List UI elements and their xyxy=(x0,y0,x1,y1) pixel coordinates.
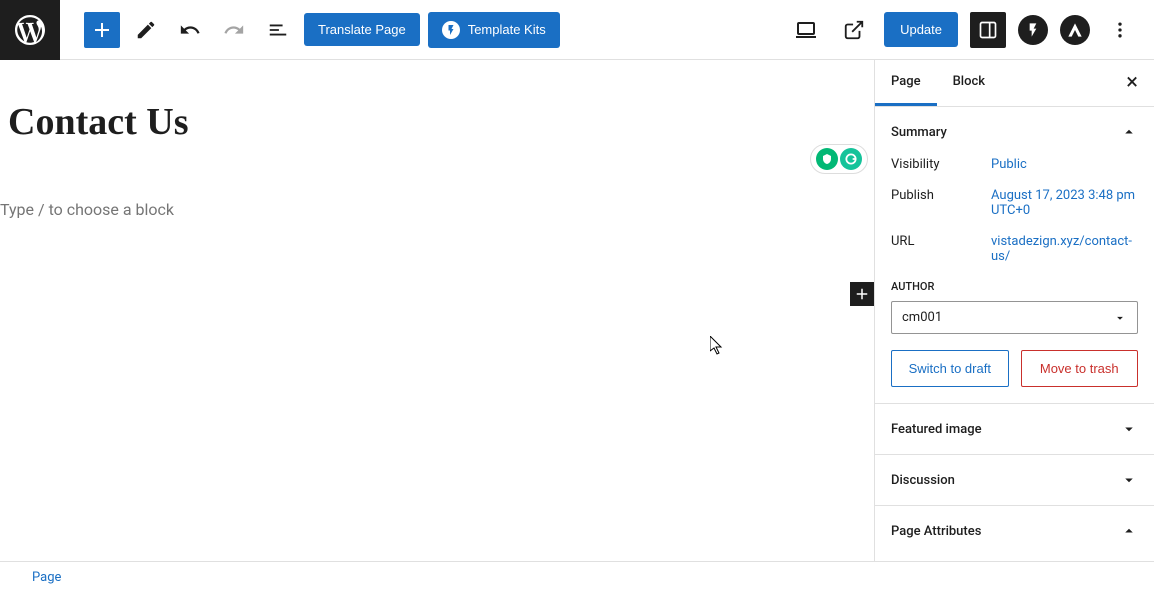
panel-page-attributes-header[interactable]: Page Attributes xyxy=(875,506,1154,544)
add-block-button[interactable] xyxy=(84,12,120,48)
template-kits-button[interactable]: Template Kits xyxy=(428,12,560,48)
visibility-value[interactable]: Public xyxy=(991,157,1138,172)
chevron-down-icon xyxy=(1120,420,1138,438)
url-label: URL xyxy=(891,234,991,264)
panel-summary-header[interactable]: Summary xyxy=(875,107,1154,157)
wordpress-icon xyxy=(12,12,48,48)
panel-page-attributes: Page Attributes xyxy=(875,506,1154,544)
tab-page[interactable]: Page xyxy=(875,60,937,106)
switch-to-draft-button[interactable]: Switch to draft xyxy=(891,350,1009,387)
panel-discussion: Discussion xyxy=(875,455,1154,506)
chevron-up-icon xyxy=(1120,123,1138,141)
tab-block[interactable]: Block xyxy=(937,60,1001,106)
inline-add-block-button[interactable] xyxy=(850,282,874,306)
astra-icon xyxy=(1067,22,1083,38)
grammarly-icon[interactable] xyxy=(840,148,862,170)
publish-label: Publish xyxy=(891,188,991,218)
redo-button[interactable] xyxy=(216,12,252,48)
laptop-icon xyxy=(794,18,818,42)
chevron-down-icon xyxy=(1120,471,1138,489)
panel-discussion-header[interactable]: Discussion xyxy=(875,455,1154,505)
template-kits-label: Template Kits xyxy=(468,22,546,37)
close-sidebar-button[interactable]: × xyxy=(1126,70,1138,95)
chevron-down-icon xyxy=(1113,311,1127,325)
featured-image-title: Featured image xyxy=(891,422,982,437)
more-vertical-icon xyxy=(1110,20,1130,40)
settings-sidebar: Page Block × Summary Visibility Public P… xyxy=(874,60,1154,561)
external-link-icon xyxy=(843,19,865,41)
tools-button[interactable] xyxy=(128,12,164,48)
discussion-title: Discussion xyxy=(891,473,955,488)
page-title[interactable]: Contact Us xyxy=(8,100,874,144)
astra-button[interactable] xyxy=(1060,15,1090,45)
preview-button[interactable] xyxy=(836,12,872,48)
undo-icon xyxy=(179,19,201,41)
translate-label: Translate Page xyxy=(318,22,406,37)
translate-page-button[interactable]: Translate Page xyxy=(304,13,420,46)
page-attributes-title: Page Attributes xyxy=(891,524,981,539)
wordpress-logo[interactable] xyxy=(0,0,60,60)
mouse-cursor-icon xyxy=(710,336,726,356)
publish-value[interactable]: August 17, 2023 3:48 pm UTC+0 xyxy=(991,188,1138,218)
sidebar-tabs: Page Block × xyxy=(875,60,1154,107)
settings-panel-toggle[interactable] xyxy=(970,12,1006,48)
chevron-up-icon xyxy=(1120,522,1138,540)
view-button[interactable] xyxy=(788,12,824,48)
details-button[interactable] xyxy=(260,12,296,48)
visibility-label: Visibility xyxy=(891,157,991,172)
editor-canvas: Contact Us Type / to choose a block xyxy=(0,60,874,561)
update-label: Update xyxy=(900,22,942,37)
footer-bar: Page xyxy=(0,561,1154,593)
list-icon xyxy=(267,19,289,41)
update-button[interactable]: Update xyxy=(884,12,958,47)
url-value[interactable]: vistadezign.xyz/contact-us/ xyxy=(991,234,1138,264)
bolt-icon xyxy=(1025,22,1041,38)
author-value: cm001 xyxy=(902,310,942,325)
options-button[interactable] xyxy=(1102,12,1138,48)
extension-badges xyxy=(810,144,868,174)
top-toolbar: Translate Page Template Kits Update xyxy=(0,0,1154,60)
pencil-icon xyxy=(135,19,157,41)
block-placeholder[interactable]: Type / to choose a block xyxy=(0,200,874,219)
bolt-circle-icon xyxy=(442,21,460,39)
panel-icon xyxy=(978,20,998,40)
redo-icon xyxy=(223,19,245,41)
author-label: AUTHOR xyxy=(891,280,1138,293)
author-select[interactable]: cm001 xyxy=(891,301,1138,334)
grammarly-shield-icon[interactable] xyxy=(816,148,838,170)
summary-title: Summary xyxy=(891,125,947,140)
breadcrumb[interactable]: Page xyxy=(32,570,61,585)
move-to-trash-button[interactable]: Move to trash xyxy=(1021,350,1139,387)
panel-summary: Summary Visibility Public Publish August… xyxy=(875,107,1154,404)
panel-featured-image-header[interactable]: Featured image xyxy=(875,404,1154,454)
plus-icon xyxy=(853,285,871,303)
panel-featured-image: Featured image xyxy=(875,404,1154,455)
undo-button[interactable] xyxy=(172,12,208,48)
jetpack-button[interactable] xyxy=(1018,15,1048,45)
plus-icon xyxy=(90,18,114,42)
